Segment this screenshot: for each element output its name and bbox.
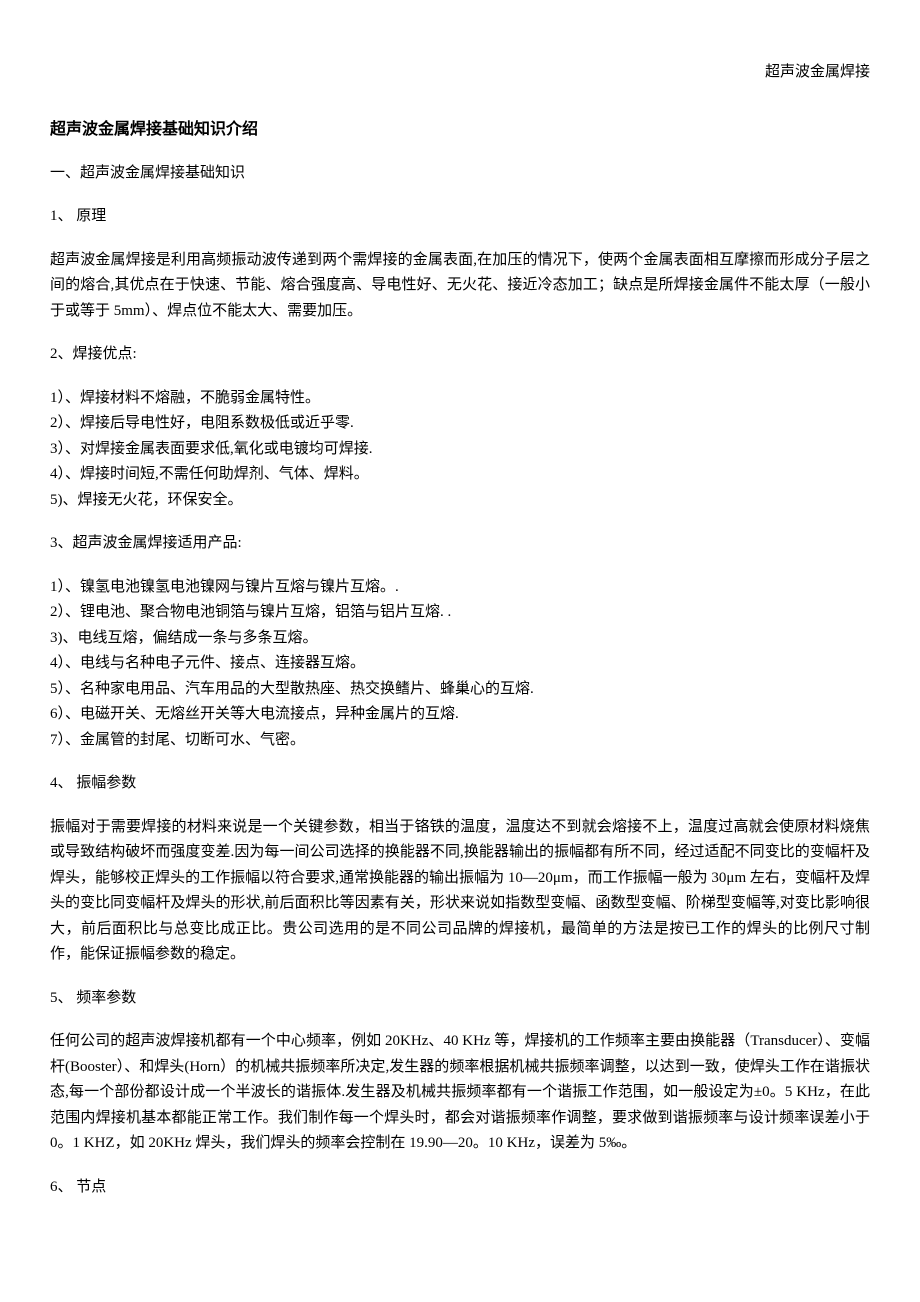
header-category: 超声波金属焊接 bbox=[50, 60, 870, 86]
list-item: 3)、电线互熔，偏结成一条与多条互熔。 bbox=[50, 626, 870, 652]
list-item: 5）、名种家电用品、汽车用品的大型散热座、热交换鳍片、蜂巢心的互熔. bbox=[50, 677, 870, 703]
section-1-paragraph: 超声波金属焊接是利用高频振动波传递到两个需焊接的金属表面,在加压的情况下，使两个… bbox=[50, 248, 870, 325]
list-item: 7）、金属管的封尾、切断可水、气密。 bbox=[50, 728, 870, 754]
intro-heading: 一、超声波金属焊接基础知识 bbox=[50, 161, 870, 187]
section-5-paragraph: 任何公司的超声波焊接机都有一个中心频率，例如 20KHz、40 KHz 等，焊接… bbox=[50, 1029, 870, 1157]
section-3-heading: 3、超声波金属焊接适用产品: bbox=[50, 531, 870, 557]
section-5-heading: 5、 频率参数 bbox=[50, 986, 870, 1012]
section-2-heading: 2、焊接优点: bbox=[50, 342, 870, 368]
page-title: 超声波金属焊接基础知识介绍 bbox=[50, 116, 870, 143]
section-4-paragraph: 振幅对于需要焊接的材料来说是一个关键参数，相当于铬铁的温度，温度达不到就会熔接不… bbox=[50, 815, 870, 968]
list-item: 6）、电磁开关、无熔丝开关等大电流接点，异种金属片的互熔. bbox=[50, 702, 870, 728]
list-item: 1）、镍氢电池镍氢电池镍网与镍片互熔与镍片互熔。. bbox=[50, 575, 870, 601]
list-item: 1）、焊接材料不熔融，不脆弱金属特性。 bbox=[50, 386, 870, 412]
section-2-list: 1）、焊接材料不熔融，不脆弱金属特性。 2）、焊接后导电性好，电阻系数极低或近乎… bbox=[50, 386, 870, 514]
list-item: 4）、焊接时间短,不需任何助焊剂、气体、焊料。 bbox=[50, 462, 870, 488]
list-item: 5)、焊接无火花，环保安全。 bbox=[50, 488, 870, 514]
list-item: 3）、对焊接金属表面要求低,氧化或电镀均可焊接. bbox=[50, 437, 870, 463]
list-item: 4）、电线与名种电子元件、接点、连接器互熔。 bbox=[50, 651, 870, 677]
section-6-heading: 6、 节点 bbox=[50, 1175, 870, 1201]
list-item: 2）、焊接后导电性好，电阻系数极低或近乎零. bbox=[50, 411, 870, 437]
section-4-heading: 4、 振幅参数 bbox=[50, 771, 870, 797]
section-1-heading: 1、 原理 bbox=[50, 204, 870, 230]
section-3-list: 1）、镍氢电池镍氢电池镍网与镍片互熔与镍片互熔。. 2）、锂电池、聚合物电池铜箔… bbox=[50, 575, 870, 754]
list-item: 2）、锂电池、聚合物电池铜箔与镍片互熔，铝箔与铝片互熔. . bbox=[50, 600, 870, 626]
